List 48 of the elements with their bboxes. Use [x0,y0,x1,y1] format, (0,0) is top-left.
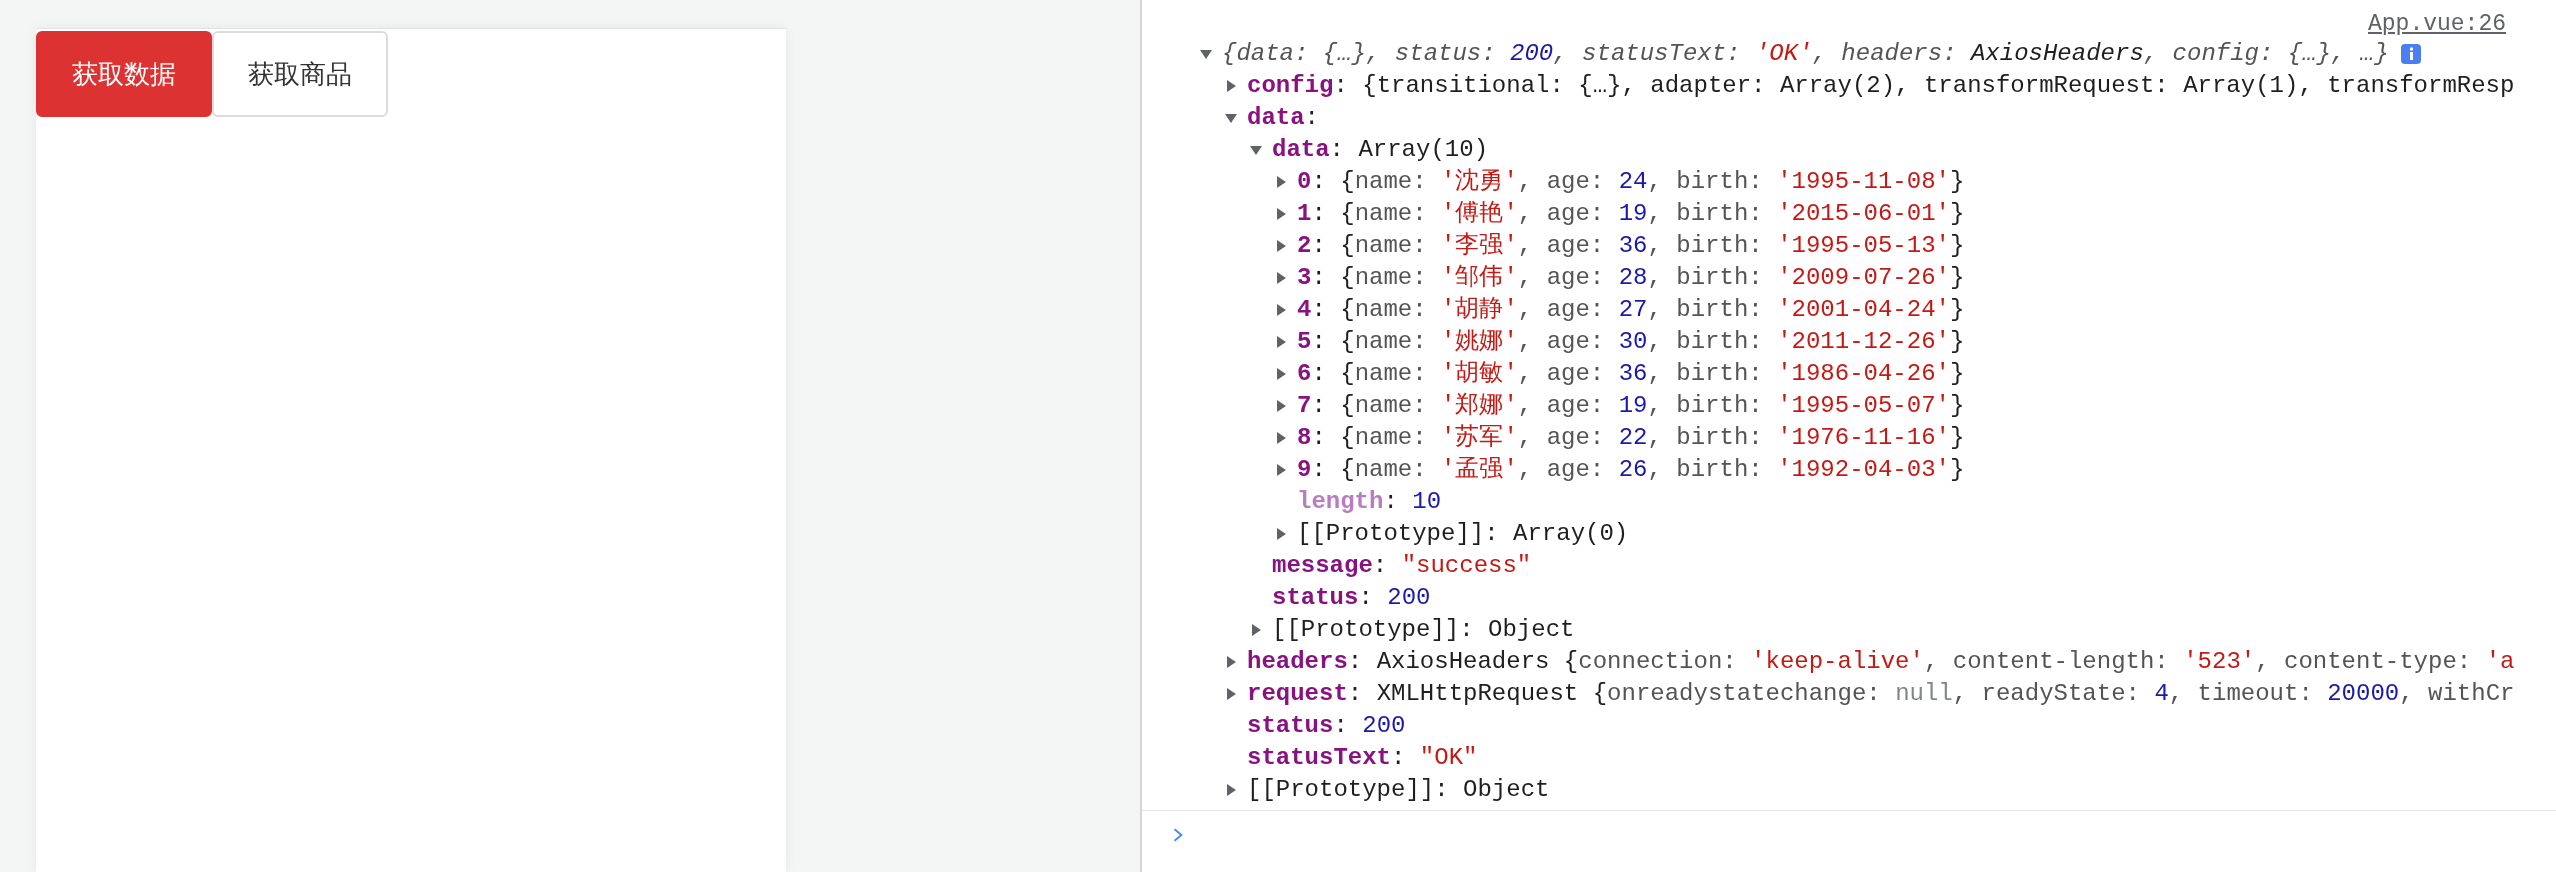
console-line: 2: {name: '李强', age: 36, birth: '1995-05-13'} [1297,231,1965,261]
console-line: status: 200 [1272,583,1431,613]
console-line: 0: {name: '沈勇', age: 24, birth: '1995-11-08'} [1297,167,1965,197]
prompt-chevron-icon [1172,827,1184,843]
collapse-triangle-icon[interactable] [1225,112,1237,124]
console-line: config: {transitional: {…}, adapter: Array(2), transformRequest: Array(1), transformResp [1247,71,2515,101]
source-link[interactable]: App.vue:26 [2367,10,2506,38]
console-line: length: 10 [1297,487,1442,517]
expand-triangle-icon[interactable] [1225,656,1237,668]
collapse-triangle-icon[interactable] [1250,144,1262,156]
console-line: 1: {name: '傅艳', age: 19, birth: '2015-06-01'} [1297,199,1965,229]
expand-triangle-icon[interactable] [1275,176,1287,188]
console-line: [[Prototype]]: Object [1272,615,1575,645]
action-button[interactable]: 获取商品 [212,31,388,117]
console-line: [[Prototype]]: Object [1247,775,1550,805]
expand-triangle-icon[interactable] [1275,304,1287,316]
expand-triangle-icon[interactable] [1275,528,1287,540]
console-line: [[Prototype]]: Array(0) [1297,519,1629,549]
expand-triangle-icon[interactable] [1275,208,1287,220]
console-line: status: 200 [1247,711,1406,741]
console-line: statusText: "OK" [1247,743,1478,773]
console-line: data: [1247,103,1319,133]
expand-triangle-icon[interactable] [1275,464,1287,476]
expand-triangle-icon[interactable] [1275,240,1287,252]
expand-triangle-icon[interactable] [1225,784,1237,796]
console-line: 7: {name: '郑娜', age: 19, birth: '1995-05-07'} [1297,391,1965,421]
expand-triangle-icon[interactable] [1275,400,1287,412]
expand-triangle-icon[interactable] [1225,80,1237,92]
console-line: {data: {…}, status: 200, statusText: 'OK', headers: AxiosHeaders, config: {…}, …} [1222,39,2389,69]
console-line: 4: {name: '胡静', age: 27, birth: '2001-04-24'} [1297,295,1965,325]
console-line: request: XMLHttpRequest {onreadystatechange: null, readyState: 4, timeout: 20000, withCr [1247,679,2515,709]
expand-triangle-icon[interactable] [1225,688,1237,700]
console-line: 9: {name: '孟强', age: 26, birth: '1992-04-03'} [1297,455,1965,485]
expand-triangle-icon[interactable] [1275,336,1287,348]
info-icon[interactable] [2400,44,2421,64]
expand-triangle-icon[interactable] [1275,368,1287,380]
console-line: headers: AxiosHeaders {connection: 'keep-alive', content-length: '523', content-type: 'a [1247,647,2515,677]
expand-triangle-icon[interactable] [1250,624,1262,636]
expand-triangle-icon[interactable] [1275,272,1287,284]
console-line: message: "success" [1272,551,1532,581]
console-line: 6: {name: '胡敏', age: 36, birth: '1986-04-26'} [1297,359,1965,389]
action-button[interactable]: 获取数据 [36,31,212,117]
collapse-triangle-icon[interactable] [1200,48,1212,60]
console-line: 3: {name: '邹伟', age: 28, birth: '2009-07-26'} [1297,263,1965,293]
expand-triangle-icon[interactable] [1275,432,1287,444]
console-line: data: Array(10) [1272,135,1489,165]
console-line: 8: {name: '苏军', age: 22, birth: '1976-11-16'} [1297,423,1965,453]
console-line: 5: {name: '姚娜', age: 30, birth: '2011-12-26'} [1297,327,1965,357]
